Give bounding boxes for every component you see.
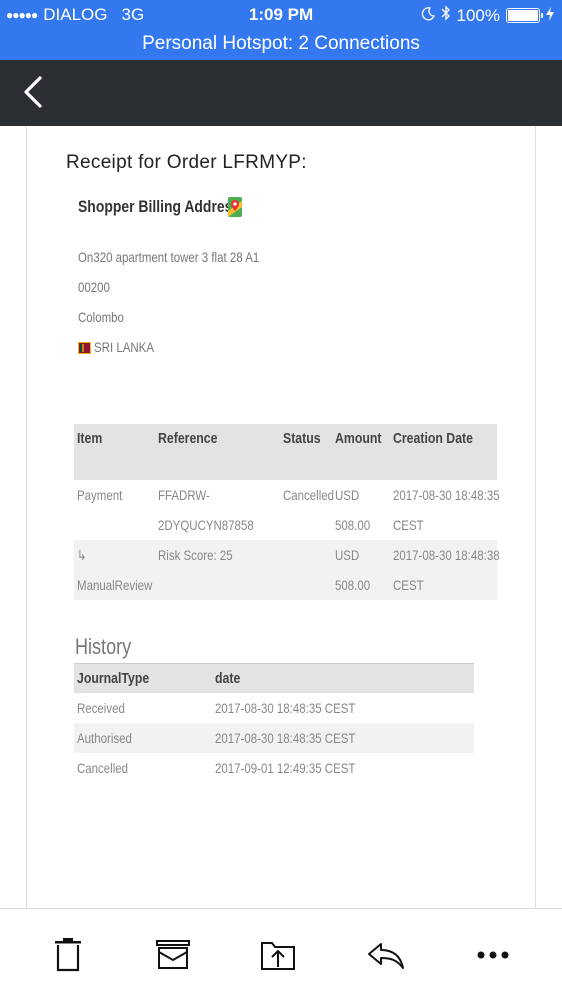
- reference-cell: FFADRW-: [158, 487, 210, 503]
- maps-icon: [228, 197, 242, 217]
- moon-icon: [421, 6, 435, 26]
- status-bar: ●●●●● DIALOG 3G 1:09 PM 100%: [0, 0, 562, 30]
- item-cell: ManualReview: [77, 577, 153, 593]
- header-amount: Amount: [335, 430, 382, 447]
- date-cell: 2017-08-30 18:48:38: [393, 547, 500, 563]
- battery-percent: 100%: [456, 5, 500, 25]
- hotspot-banner[interactable]: Personal Hotspot: 2 Connections: [0, 30, 562, 60]
- more-icon[interactable]: [473, 935, 513, 975]
- timezone-cell: CEST: [393, 577, 424, 593]
- billing-address-title: Shopper Billing Address: [78, 197, 241, 216]
- receipt-title: Receipt for Order LFRMYP:: [66, 152, 307, 173]
- bluetooth-icon: [441, 5, 451, 26]
- order-table: Item Reference Status Amount Creation Da…: [74, 424, 500, 600]
- header-item: Item: [77, 430, 103, 447]
- history-title: History: [75, 634, 132, 659]
- header-creation-date: Creation Date: [393, 430, 473, 447]
- bottom-toolbar: [0, 908, 562, 1000]
- battery-icon: [506, 8, 543, 23]
- header-date: date: [215, 670, 241, 687]
- journal-date-cell: 2017-08-30 18:48:35 CEST: [215, 730, 356, 746]
- order-table-header: Item Reference Status Amount Creation Da…: [74, 424, 497, 480]
- reply-icon[interactable]: [366, 935, 406, 975]
- status-right: 100%: [421, 5, 554, 26]
- amount-cell: 508.00: [335, 517, 371, 533]
- trash-icon[interactable]: [48, 935, 88, 975]
- header-journal-type: JournalType: [77, 670, 150, 687]
- timezone-cell: CEST: [393, 517, 424, 533]
- item-cell: Payment: [77, 487, 123, 503]
- sri-lanka-flag-icon: [78, 342, 91, 354]
- charging-icon: [546, 6, 554, 26]
- table-row: Received 2017-08-30 18:48:35 CEST: [74, 693, 474, 723]
- reference-cell: Risk Score: 25: [158, 547, 233, 563]
- chevron-left-icon[interactable]: [16, 74, 52, 110]
- journal-type-cell: Cancelled: [77, 760, 129, 776]
- journal-type-cell: Authorised: [77, 730, 132, 746]
- amount-cell: 508.00: [335, 577, 371, 593]
- header-reference: Reference: [158, 430, 218, 447]
- archive-icon[interactable]: [153, 935, 193, 975]
- address-line-3: Colombo: [78, 309, 124, 325]
- date-cell: 2017-08-30 18:48:35: [393, 487, 500, 503]
- currency-cell: USD: [335, 547, 360, 563]
- journal-type-cell: Received: [77, 700, 125, 716]
- subitem-arrow-icon: ↳: [77, 547, 87, 563]
- nav-bar: [0, 60, 562, 126]
- header-status: Status: [283, 430, 321, 447]
- currency-cell: USD: [335, 487, 360, 503]
- country: SRI LANKA: [94, 339, 154, 355]
- table-row: ↳ ManualReview Risk Score: 25 USD 508.00…: [74, 540, 500, 600]
- table-row: Cancelled 2017-09-01 12:49:35 CEST: [74, 753, 474, 783]
- history-table: JournalType date Received 2017-08-30 18:…: [74, 663, 474, 783]
- reference-cell-line-2: 2DYQUCYN87858: [158, 517, 254, 533]
- history-table-header: JournalType date: [74, 663, 474, 693]
- address-line-2: 00200: [78, 279, 110, 295]
- table-row: Payment FFADRW- 2DYQUCYN87858 Cancelled …: [74, 480, 500, 540]
- status-cell: Cancelled: [283, 487, 335, 503]
- move-to-folder-icon[interactable]: [258, 935, 298, 975]
- journal-date-cell: 2017-08-30 18:48:35 CEST: [215, 700, 356, 716]
- journal-date-cell: 2017-09-01 12:49:35 CEST: [215, 760, 356, 776]
- table-row: Authorised 2017-08-30 18:48:35 CEST: [74, 723, 474, 753]
- address-line-1: On320 apartment tower 3 flat 28 A1: [78, 249, 260, 265]
